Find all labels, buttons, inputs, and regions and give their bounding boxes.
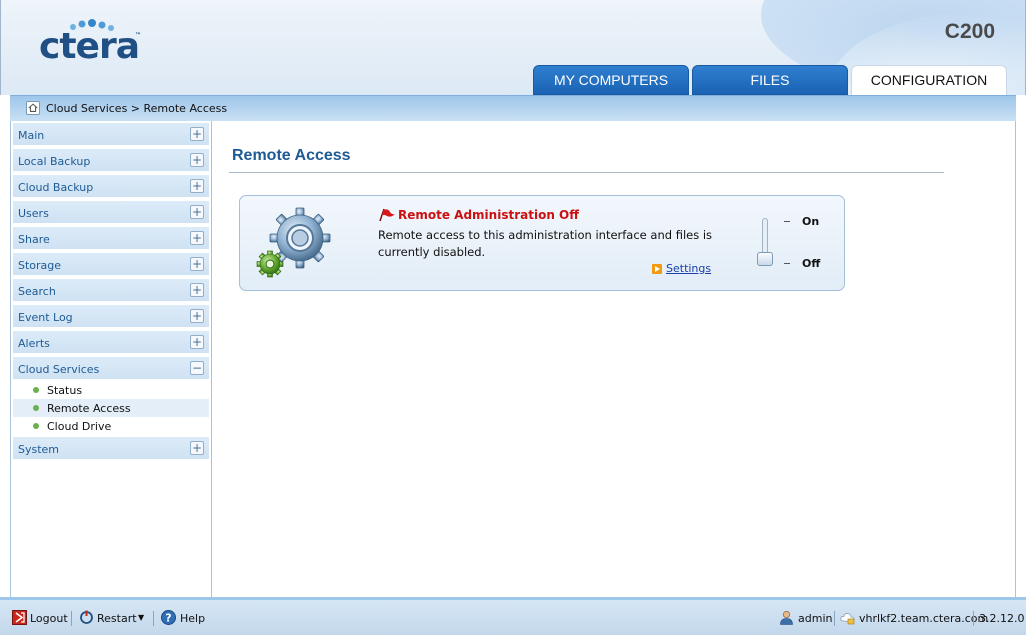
expand-icon[interactable]: + xyxy=(190,153,204,167)
sidebar: Main + Local Backup + Cloud Backup + Use… xyxy=(10,121,212,597)
bullet-icon xyxy=(33,405,39,411)
footer-separator xyxy=(71,611,72,626)
tab-label: CONFIGURATION xyxy=(870,72,988,88)
remote-admin-toggle-thumb[interactable] xyxy=(757,252,773,266)
chevron-down-icon[interactable]: ▼ xyxy=(138,613,144,622)
expand-icon[interactable]: + xyxy=(190,127,204,141)
cloud-server-icon xyxy=(840,613,855,625)
sidebar-item-label: Share xyxy=(18,233,50,246)
sidebar-subitem-status[interactable]: Status xyxy=(13,381,209,399)
sidebar-item-label: Main xyxy=(18,129,45,142)
restart-icon[interactable] xyxy=(79,610,94,625)
tick-mark xyxy=(784,221,790,222)
sidebar-subitem-label: Remote Access xyxy=(47,402,131,415)
tab-label: FILES xyxy=(750,72,790,88)
home-icon[interactable] xyxy=(26,101,40,115)
sidebar-item-cloud-services[interactable]: Cloud Services − xyxy=(13,357,209,380)
tab-files[interactable]: FILES xyxy=(692,65,848,95)
device-model: C200 xyxy=(944,20,995,43)
sidebar-item-label: Event Log xyxy=(18,311,73,324)
bullet-icon xyxy=(33,387,39,393)
logo-text: ctera xyxy=(39,26,140,67)
help-icon[interactable]: ? xyxy=(161,610,176,625)
sidebar-item-main[interactable]: Main + xyxy=(13,123,209,146)
arrow-right-icon xyxy=(652,264,662,274)
remote-admin-description: Remote access to this administration int… xyxy=(378,228,713,259)
breadcrumb-text: Cloud Services > Remote Access xyxy=(46,102,228,115)
sidebar-item-label: Search xyxy=(18,285,56,298)
toggle-on-label: On xyxy=(802,215,820,228)
tab-label: MY COMPUTERS xyxy=(553,72,669,88)
restart-button[interactable]: Restart xyxy=(97,612,137,625)
logout-icon[interactable] xyxy=(12,610,27,625)
remote-admin-status-title: Remote Administration Off xyxy=(398,208,579,222)
breadcrumb: Cloud Services > Remote Access xyxy=(10,95,1016,121)
expand-icon[interactable]: + xyxy=(190,309,204,323)
footer-separator xyxy=(973,611,974,626)
sidebar-item-local-backup[interactable]: Local Backup + xyxy=(13,149,209,172)
sidebar-item-label: Cloud Services xyxy=(18,363,100,376)
sidebar-subitem-label: Cloud Drive xyxy=(47,420,112,433)
sidebar-item-system[interactable]: System + xyxy=(13,437,209,460)
firmware-version: 3.2.12.0 xyxy=(979,612,1025,625)
page-title: Remote Access xyxy=(232,147,351,164)
tab-my-computers[interactable]: MY COMPUTERS xyxy=(533,65,689,95)
sidebar-item-cloud-backup[interactable]: Cloud Backup + xyxy=(13,175,209,198)
sidebar-item-label: Alerts xyxy=(18,337,50,350)
sidebar-subitem-label: Status xyxy=(47,384,83,397)
expand-icon[interactable]: + xyxy=(190,205,204,219)
expand-icon[interactable]: + xyxy=(190,179,204,193)
sidebar-subitem-cloud-drive[interactable]: Cloud Drive xyxy=(13,417,209,435)
sidebar-subitem-remote-access[interactable]: Remote Access xyxy=(13,399,209,417)
main-content: Remote Access Remote Administration Off … xyxy=(213,121,1016,597)
expand-icon[interactable]: + xyxy=(190,335,204,349)
expand-icon[interactable]: + xyxy=(190,441,204,455)
sidebar-item-label: Users xyxy=(18,207,49,220)
sidebar-item-storage[interactable]: Storage + xyxy=(13,253,209,276)
tab-configuration[interactable]: CONFIGURATION xyxy=(851,65,1007,95)
sidebar-item-search[interactable]: Search + xyxy=(13,279,209,302)
sidebar-item-alerts[interactable]: Alerts + xyxy=(13,331,209,354)
ctera-logo: ctera ™ xyxy=(39,18,149,68)
toggle-off-label: Off xyxy=(802,257,821,270)
red-flag-icon xyxy=(379,208,395,222)
collapse-icon[interactable]: − xyxy=(190,361,204,375)
current-user: admin xyxy=(798,612,833,625)
help-button[interactable]: Help xyxy=(180,612,205,625)
sidebar-item-label: Cloud Backup xyxy=(18,181,94,194)
expand-icon[interactable]: + xyxy=(190,283,204,297)
expand-icon[interactable]: + xyxy=(190,231,204,245)
bullet-icon xyxy=(33,423,39,429)
expand-icon[interactable]: + xyxy=(190,257,204,271)
sidebar-item-share[interactable]: Share + xyxy=(13,227,209,250)
footer-toolbar: Logout Restart ▼ ? Help admin vhrlkf2.te… xyxy=(0,597,1026,635)
title-divider xyxy=(229,172,944,173)
sidebar-item-label: System xyxy=(18,443,60,456)
settings-link[interactable]: Settings xyxy=(666,262,711,275)
remote-access-panel: Remote Administration Off Remote access … xyxy=(239,195,845,291)
sidebar-item-event-log[interactable]: Event Log + xyxy=(13,305,209,328)
tick-mark xyxy=(784,263,790,264)
user-icon xyxy=(780,610,793,625)
logout-button[interactable]: Logout xyxy=(30,612,68,625)
footer-separator xyxy=(153,611,154,626)
svg-text:?: ? xyxy=(165,612,171,625)
sidebar-item-users[interactable]: Users + xyxy=(13,201,209,224)
logo-trademark: ™ xyxy=(135,32,141,39)
server-hostname: vhrlkf2.team.ctera.com xyxy=(859,612,989,625)
sidebar-item-label: Local Backup xyxy=(18,155,91,168)
footer-separator xyxy=(834,611,835,626)
sidebar-item-label: Storage xyxy=(18,259,62,272)
gears-icon xyxy=(256,207,331,278)
